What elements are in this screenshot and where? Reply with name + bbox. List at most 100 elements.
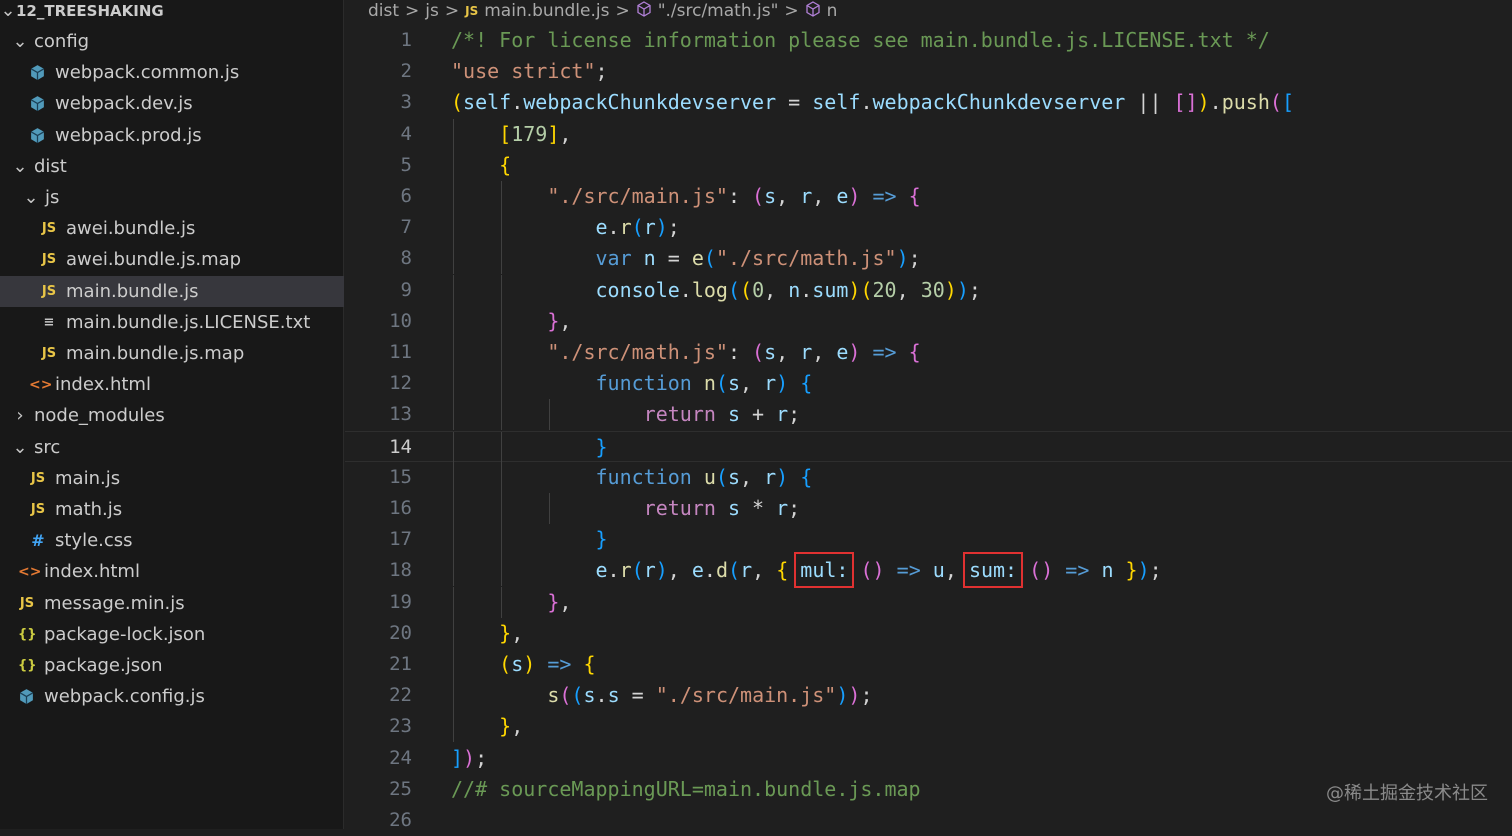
code-line[interactable]: 11 "./src/math.js": (s, r, e) => {: [345, 337, 1512, 368]
tree-item-main-bundle-js-license-txt[interactable]: ≡ main.bundle.js.LICENSE.txt: [0, 307, 344, 338]
tree-item-index-html[interactable]: <> index.html: [0, 369, 344, 400]
tree-item-main-bundle-js[interactable]: JS main.bundle.js: [0, 275, 344, 307]
html-file-icon: <>: [29, 376, 53, 393]
tree-item-js[interactable]: ⌄ js: [0, 182, 344, 213]
code-line[interactable]: 9 console.log((0, n.sum)(20, 30));: [345, 274, 1512, 306]
code-token: (: [1269, 90, 1282, 115]
line-number: 13: [389, 403, 412, 426]
code-line[interactable]: 19 },: [345, 586, 1512, 618]
line-number: 25: [389, 777, 412, 800]
tree-item-webpack-prod-js[interactable]: webpack.prod.js: [0, 120, 344, 151]
code-token: (: [715, 464, 728, 489]
code-token: ): [523, 652, 536, 676]
code-token: ): [776, 371, 789, 396]
code-line[interactable]: 16 return s * r;: [345, 493, 1512, 524]
code-token: n: [1101, 558, 1114, 583]
tree-item-config[interactable]: ⌄ config: [0, 26, 344, 57]
code-token: (): [1029, 558, 1054, 583]
code-token: r: [776, 402, 789, 427]
tree-item-webpack-common-js[interactable]: webpack.common.js: [0, 57, 344, 88]
code-token: (: [631, 558, 644, 583]
code-token: }: [499, 620, 512, 645]
code-line[interactable]: 18 e.r(r), e.d(r, { mul: () => u, sum: (…: [345, 552, 1512, 589]
highlight-box: sum:: [962, 552, 1024, 589]
code-token: function: [595, 371, 692, 396]
chevron-right-icon: >: [615, 1, 630, 21]
code-line[interactable]: 3 (self.webpackChunkdevserver = self.webp…: [345, 87, 1512, 118]
tree-item-math-js[interactable]: JS math.js: [0, 494, 344, 525]
breadcrumb-item-symbol[interactable]: n: [827, 1, 838, 21]
tree-item-index-html[interactable]: <> index.html: [0, 556, 344, 587]
code-text: {: [451, 150, 511, 181]
code-token: s: [727, 371, 741, 396]
chevron-down-icon: ⌄: [0, 0, 16, 21]
line-number: 2: [400, 60, 412, 83]
explorer-root-label: 12_TREESHAKING: [16, 1, 164, 20]
js-file-icon: JS: [30, 470, 46, 486]
code-token: ,: [740, 371, 765, 396]
tree-item-src[interactable]: ⌄ src: [0, 432, 344, 463]
code-token: self: [812, 90, 861, 115]
code-line[interactable]: 1 /*! For license information please see …: [345, 25, 1512, 56]
tree-item-dist[interactable]: ⌄ dist: [0, 151, 344, 182]
tree-item-awei-bundle-js-map[interactable]: JS awei.bundle.js.map: [0, 244, 344, 275]
code-line[interactable]: 4 [179],: [345, 118, 1512, 150]
code-line[interactable]: 6 "./src/main.js": (s, r, e) => {: [345, 181, 1512, 212]
code-token: s: [607, 683, 620, 708]
tree-item-package-json[interactable]: {} package.json: [0, 650, 344, 681]
breadcrumb-item-file[interactable]: main.bundle.js: [484, 1, 609, 21]
breadcrumb-item-module[interactable]: "./src/math.js": [658, 1, 779, 21]
chevron-down-icon: ⌄: [12, 155, 28, 177]
code-editor[interactable]: 1 /*! For license information please see …: [345, 25, 1512, 831]
code-line[interactable]: 14 }: [345, 430, 1512, 463]
code-line[interactable]: 10 },: [345, 305, 1512, 337]
code-line[interactable]: 23 },: [345, 711, 1512, 743]
tree-item-awei-bundle-js[interactable]: JS awei.bundle.js: [0, 213, 344, 244]
tree-item-main-bundle-js-map[interactable]: JS main.bundle.js.map: [0, 338, 344, 369]
code-token: log: [691, 277, 728, 302]
code-line[interactable]: 13 return s + r;: [345, 399, 1512, 431]
code-line[interactable]: 22 s((s.s = "./src/main.js"));: [345, 680, 1512, 712]
line-number: 18: [389, 559, 412, 582]
code-text: "use strict";: [451, 56, 608, 87]
code-token: s: [727, 496, 740, 520]
line-number: 19: [389, 590, 412, 613]
code-line[interactable]: 21 (s) => {: [345, 649, 1512, 680]
code-token: ,: [812, 184, 837, 208]
explorer-root[interactable]: ⌄ 12_TREESHAKING: [0, 0, 344, 26]
code-line[interactable]: 26: [345, 805, 1512, 836]
code-token: ;: [788, 496, 801, 520]
code-line[interactable]: 7 e.r(r);: [345, 212, 1512, 244]
line-number: 11: [389, 341, 412, 363]
tree-item-node-modules[interactable]: › node_modules: [0, 400, 344, 431]
line-number: 23: [389, 715, 412, 738]
code-token: .: [511, 90, 524, 115]
code-token: ,: [776, 184, 801, 208]
tree-item-package-lock-json[interactable]: {} package-lock.json: [0, 619, 344, 650]
tree-item-style-css[interactable]: # style.css: [0, 525, 344, 556]
tree-item-webpack-dev-js[interactable]: webpack.dev.js: [0, 88, 344, 119]
breadcrumb-item-js[interactable]: js: [425, 1, 439, 21]
code-line[interactable]: 2 "use strict";: [345, 56, 1512, 87]
line-number: 20: [389, 621, 412, 644]
breadcrumb-item-dist[interactable]: dist: [368, 1, 399, 21]
tree-item-message-min-js[interactable]: JS message.min.js: [0, 588, 344, 619]
code-line[interactable]: 12 function n(s, r) {: [345, 368, 1512, 400]
code-line[interactable]: 8 var n = e("./src/math.js");: [345, 243, 1512, 275]
line-number: 16: [389, 497, 412, 519]
tree-item-main-js[interactable]: JS main.js: [0, 463, 344, 494]
code-token: =: [619, 683, 656, 708]
code-text: /*! For license information please see m…: [451, 25, 1270, 56]
code-line[interactable]: 24]);: [345, 743, 1512, 774]
code-line[interactable]: 17 }: [345, 524, 1512, 556]
code-token: ): [1137, 558, 1150, 583]
code-line[interactable]: 20 },: [345, 617, 1512, 649]
code-line[interactable]: 15 function u(s, r) {: [345, 461, 1512, 493]
tree-item-webpack-config-js[interactable]: webpack.config.js: [0, 681, 344, 712]
code-token: ;: [475, 745, 488, 770]
code-line[interactable]: 5 {: [345, 149, 1512, 181]
